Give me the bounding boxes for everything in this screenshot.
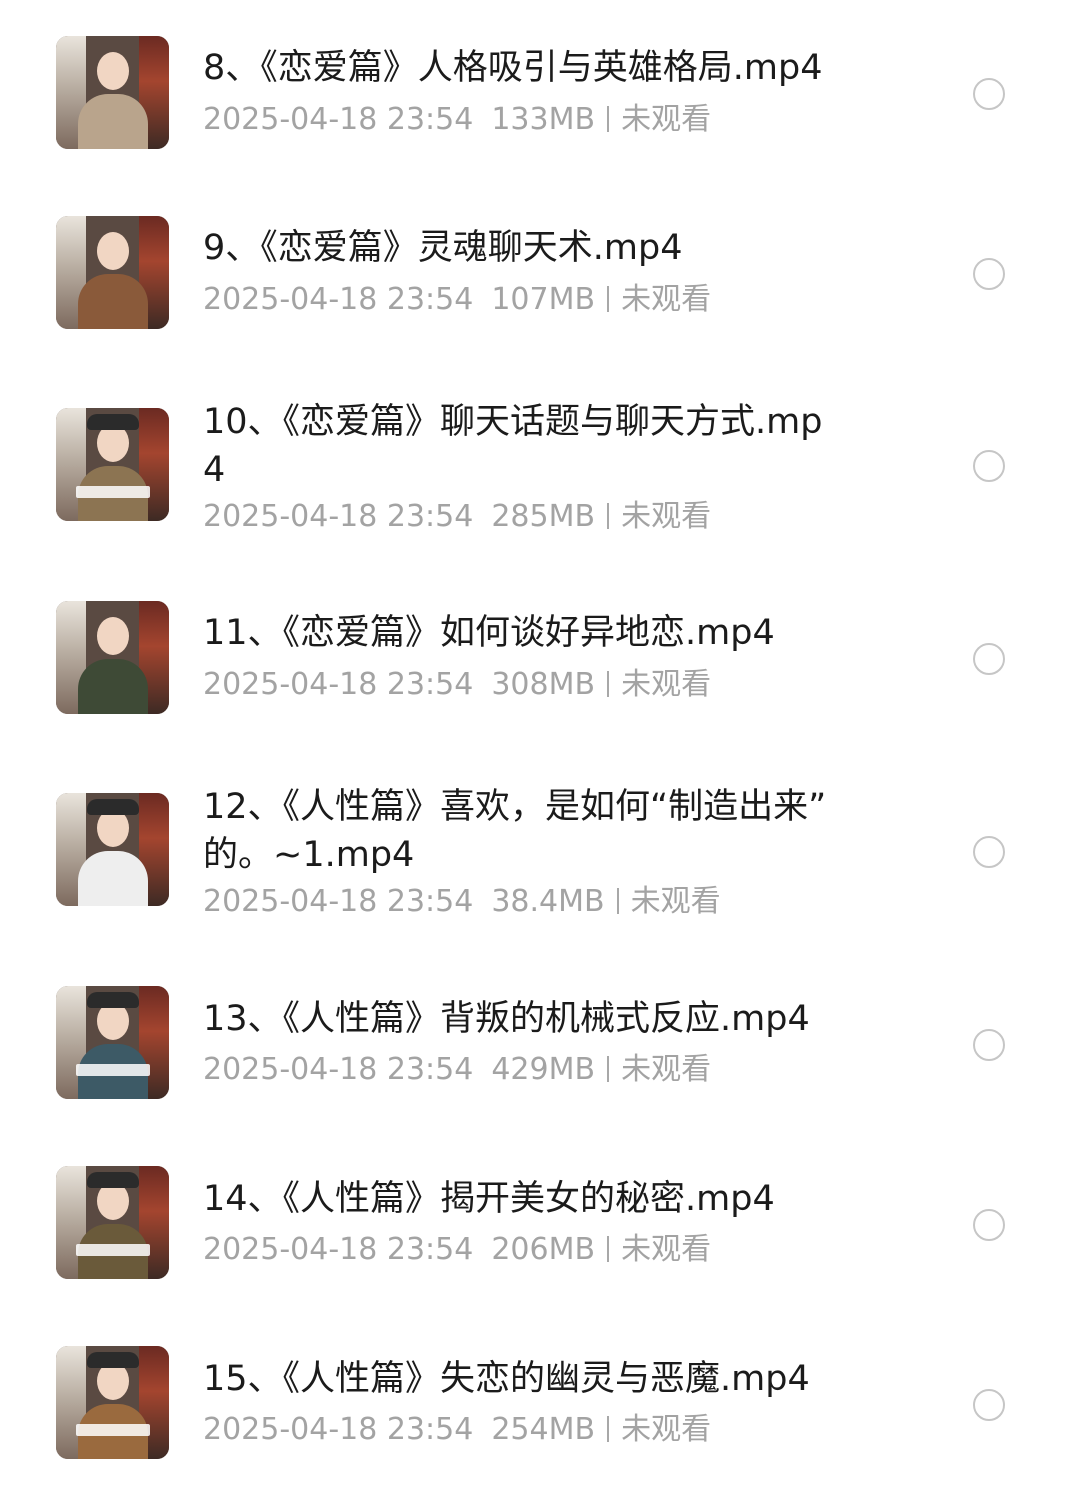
file-date: 2025-04-18 23:54 — [203, 499, 474, 534]
file-meta: 2025-04-18 23:54 285MB 未观看 — [203, 497, 711, 537]
select-radio[interactable] — [973, 78, 1005, 110]
file-size: 38.4MB — [491, 884, 605, 919]
file-name[interactable]: 10、《恋爱篇》聊天话题与聊天方式.mp 4 — [203, 398, 883, 494]
file-name[interactable]: 11、《恋爱篇》如何谈好异地恋.mp4 — [203, 609, 883, 657]
thumbnail-face — [97, 617, 129, 655]
file-date: 2025-04-18 23:54 — [203, 1232, 474, 1267]
file-meta: 2025-04-18 23:54 107MB 未观看 — [203, 280, 711, 320]
file-date: 2025-04-18 23:54 — [203, 667, 474, 702]
select-radio[interactable] — [973, 1029, 1005, 1061]
file-meta: 2025-04-18 23:54 38.4MB 未观看 — [203, 882, 721, 922]
video-thumbnail[interactable] — [56, 1346, 169, 1459]
thumbnail-hat — [87, 1172, 139, 1188]
file-name[interactable]: 9、《恋爱篇》灵魂聊天术.mp4 — [203, 224, 883, 272]
meta-divider — [607, 671, 610, 697]
select-radio[interactable] — [973, 450, 1005, 482]
thumbnail-hat — [87, 992, 139, 1008]
file-size: 308MB — [491, 667, 596, 702]
select-radio[interactable] — [973, 836, 1005, 868]
file-name[interactable]: 12、《人性篇》喜欢，是如何“制造出来” 的。~1.mp4 — [203, 783, 883, 879]
file-size: 254MB — [491, 1412, 596, 1447]
file-date: 2025-04-18 23:54 — [203, 1412, 474, 1447]
file-size: 429MB — [491, 1052, 596, 1087]
file-name[interactable]: 14、《人性篇》揭开美女的秘密.mp4 — [203, 1175, 883, 1223]
file-name[interactable]: 8、《恋爱篇》人格吸引与英雄格局.mp4 — [203, 44, 883, 92]
file-date: 2025-04-18 23:54 — [203, 102, 474, 137]
video-thumbnail[interactable] — [56, 601, 169, 714]
thumbnail-hat — [87, 799, 139, 815]
meta-divider — [607, 106, 610, 132]
thumbnail-figure — [78, 851, 148, 906]
thumbnail-face — [97, 232, 129, 270]
file-date: 2025-04-18 23:54 — [203, 884, 474, 919]
watch-status: 未观看 — [621, 1052, 712, 1087]
meta-divider — [616, 888, 619, 914]
watch-status: 未观看 — [621, 1412, 712, 1447]
file-size: 285MB — [491, 499, 596, 534]
meta-divider — [607, 1056, 610, 1082]
video-thumbnail[interactable] — [56, 986, 169, 1099]
thumbnail-subtitle — [76, 1424, 150, 1436]
select-radio[interactable] — [973, 258, 1005, 290]
watch-status: 未观看 — [621, 102, 712, 137]
thumbnail-figure — [78, 94, 148, 149]
watch-status: 未观看 — [621, 667, 712, 702]
file-date: 2025-04-18 23:54 — [203, 1052, 474, 1087]
file-size: 133MB — [491, 102, 596, 137]
video-thumbnail[interactable] — [56, 36, 169, 149]
select-radio[interactable] — [973, 1389, 1005, 1421]
thumbnail-hat — [87, 414, 139, 430]
file-size: 107MB — [491, 282, 596, 317]
file-meta: 2025-04-18 23:54 308MB 未观看 — [203, 665, 711, 705]
file-meta: 2025-04-18 23:54 133MB 未观看 — [203, 100, 711, 140]
select-radio[interactable] — [973, 1209, 1005, 1241]
file-name[interactable]: 13、《人性篇》背叛的机械式反应.mp4 — [203, 995, 883, 1043]
watch-status: 未观看 — [621, 1232, 712, 1267]
file-date: 2025-04-18 23:54 — [203, 282, 474, 317]
thumbnail-subtitle — [76, 1244, 150, 1256]
file-name[interactable]: 15、《人性篇》失恋的幽灵与恶魔.mp4 — [203, 1355, 883, 1403]
thumbnail-subtitle — [76, 1064, 150, 1076]
watch-status: 未观看 — [621, 282, 712, 317]
file-meta: 2025-04-18 23:54 254MB 未观看 — [203, 1410, 711, 1450]
watch-status: 未观看 — [630, 884, 721, 919]
meta-divider — [607, 503, 610, 529]
thumbnail-face — [97, 52, 129, 90]
file-meta: 2025-04-18 23:54 206MB 未观看 — [203, 1230, 711, 1270]
file-size: 206MB — [491, 1232, 596, 1267]
video-thumbnail[interactable] — [56, 793, 169, 906]
file-meta: 2025-04-18 23:54 429MB 未观看 — [203, 1050, 711, 1090]
meta-divider — [607, 286, 610, 312]
watch-status: 未观看 — [621, 499, 712, 534]
video-file-list: 8、《恋爱篇》人格吸引与英雄格局.mp4 2025-04-18 23:54 133M… — [0, 0, 1080, 1500]
thumbnail-figure — [78, 659, 148, 714]
thumbnail-hat — [87, 1352, 139, 1368]
video-thumbnail[interactable] — [56, 408, 169, 521]
video-thumbnail[interactable] — [56, 216, 169, 329]
thumbnail-figure — [78, 274, 148, 329]
meta-divider — [607, 1416, 610, 1442]
select-radio[interactable] — [973, 643, 1005, 675]
thumbnail-subtitle — [76, 486, 150, 498]
meta-divider — [607, 1236, 610, 1262]
video-thumbnail[interactable] — [56, 1166, 169, 1279]
